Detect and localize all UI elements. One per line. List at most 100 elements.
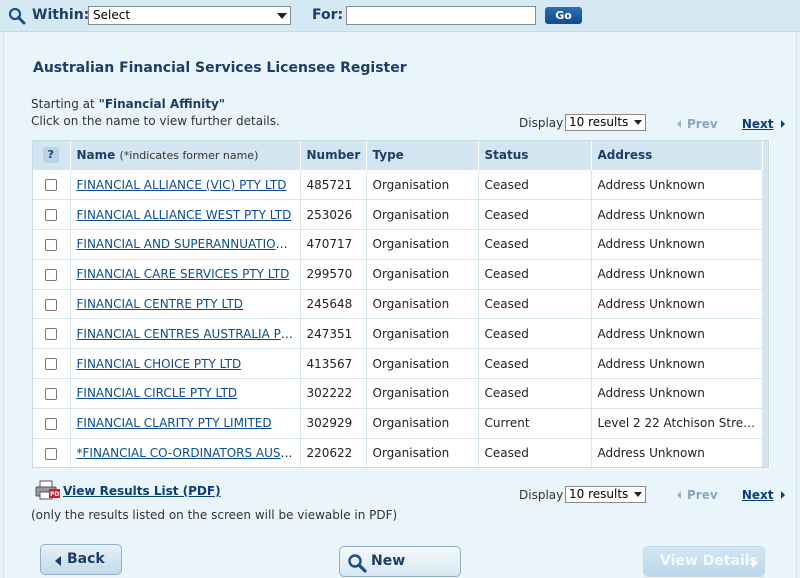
row-checkbox[interactable] (44, 298, 57, 311)
prev-link: Prev (687, 117, 718, 131)
address-cell: Address Unknown (591, 378, 763, 409)
name-cell: FINANCIAL CLARITY PTY LIMITED (70, 408, 301, 439)
row-checkbox-cell (32, 378, 71, 409)
name-cell: FINANCIAL CENTRE PTY LTD (70, 289, 301, 320)
type-header: Type (366, 140, 479, 170)
back-button-label: Back (67, 551, 105, 567)
table-row: FINANCIAL CLARITY PTY LIMITED 302929 Organ… (32, 408, 769, 439)
display-label-top: Display (519, 116, 564, 130)
chevron-right-icon[interactable] (780, 120, 785, 128)
status-cell: Ceased (478, 229, 592, 260)
pager-top: Prev Next (677, 117, 785, 131)
licensee-name-link[interactable]: FINANCIAL CHOICE PTY LTD (77, 357, 242, 371)
row-checkbox[interactable] (44, 268, 57, 281)
scroll-gutter-cell (762, 170, 769, 200)
scroll-gutter-cell (762, 408, 769, 439)
scroll-gutter-cell (762, 199, 769, 230)
scroll-gutter-cell (762, 378, 769, 409)
magnifier-icon (8, 7, 26, 25)
address-cell: Address Unknown (591, 199, 763, 231)
name-header-note: (*indicates former name) (119, 149, 259, 162)
licensee-name-link[interactable]: FINANCIAL CIRCLE PTY LTD (77, 386, 238, 400)
licensee-name-link[interactable]: *FINANCIAL CO-ORDINATORS AUSTR... (77, 446, 300, 460)
display-select-value: 10 results (569, 487, 629, 501)
chevron-right-icon[interactable] (780, 491, 785, 499)
row-checkbox[interactable] (44, 328, 57, 341)
table-row: *FINANCIAL CO-ORDINATORS AUSTR... 220622 O… (32, 438, 769, 469)
row-checkbox-cell (32, 289, 71, 320)
results-table: ? Name (*indicates former name) Number T… (32, 140, 770, 469)
starting-at-prefix: Starting at (31, 97, 99, 111)
go-button[interactable]: Go (545, 7, 582, 24)
row-checkbox-cell (32, 438, 71, 469)
table-row: FINANCIAL CARE SERVICES PTY LTD 299570 Org… (32, 259, 769, 290)
address-cell: Address Unknown (591, 289, 763, 320)
table-row: FINANCIAL CENTRES AUSTRALIA PTY... 247351… (32, 318, 769, 350)
scroll-gutter-cell (762, 289, 769, 319)
display-select-bottom[interactable]: 10 results (565, 486, 646, 503)
starting-at-value: "Financial Affinity" (98, 97, 226, 111)
help-icon[interactable]: ? (42, 147, 59, 163)
licensee-name-link[interactable]: FINANCIAL CENTRES AUSTRALIA PTY... (77, 327, 300, 341)
type-cell: Organisation (366, 408, 479, 439)
row-checkbox[interactable] (44, 209, 57, 222)
row-checkbox[interactable] (44, 387, 57, 400)
table-row: FINANCIAL AND SUPERANNUATION A... 470717 O… (32, 229, 769, 260)
view-details-button[interactable]: View Details (643, 546, 765, 577)
address-cell: Address Unknown (591, 348, 763, 380)
number-cell: 302222 (300, 378, 367, 409)
new-search-label: New Search (371, 553, 406, 569)
printer-pdf-icon[interactable]: PDF (35, 480, 63, 500)
licensee-name-link[interactable]: FINANCIAL CLARITY PTY LIMITED (77, 416, 272, 430)
type-cell: Organisation (366, 318, 479, 350)
address-cell: Address Unknown (591, 438, 763, 469)
name-cell: FINANCIAL CENTRES AUSTRALIA PTY... (70, 318, 301, 350)
next-link[interactable]: Next (742, 117, 774, 131)
licensee-name-link[interactable]: FINANCIAL ALLIANCE WEST PTY LTD (77, 208, 292, 222)
table-row: FINANCIAL CIRCLE PTY LTD 302222 Organisati… (32, 378, 769, 409)
for-input[interactable] (346, 6, 536, 25)
row-checkbox[interactable] (44, 358, 57, 371)
within-select[interactable]: Select (88, 6, 291, 25)
for-label: For: (312, 7, 344, 23)
scroll-gutter-cell (762, 348, 769, 379)
row-checkbox-cell (32, 348, 71, 380)
name-cell: *FINANCIAL CO-ORDINATORS AUSTR... (70, 438, 301, 469)
address-cell: Address Unknown (591, 318, 763, 350)
starting-at-line: Starting at "Financial Affinity" (31, 97, 225, 111)
svg-text:PDF: PDF (50, 491, 61, 498)
name-header-label: Name (76, 148, 116, 162)
name-cell: FINANCIAL CARE SERVICES PTY LTD (70, 259, 301, 290)
view-results-pdf-link[interactable]: View Results List (PDF) (63, 484, 221, 498)
search-bar: Within: Select For: Go (0, 0, 800, 32)
row-checkbox[interactable] (44, 238, 57, 251)
number-cell: 247351 (300, 318, 367, 350)
within-select-value: Select (93, 8, 131, 22)
row-checkbox[interactable] (44, 417, 57, 430)
row-checkbox-cell (32, 170, 71, 201)
row-checkbox[interactable] (44, 179, 57, 192)
name-cell: FINANCIAL ALLIANCE WEST PTY LTD (70, 199, 301, 231)
type-cell: Organisation (366, 289, 479, 320)
name-cell: FINANCIAL AND SUPERANNUATION A... (70, 229, 301, 260)
pager-bottom: Prev Next (677, 488, 785, 502)
address-header: Address (591, 140, 763, 170)
number-cell: 485721 (300, 170, 367, 201)
licensee-name-link[interactable]: FINANCIAL CARE SERVICES PTY LTD (77, 267, 290, 281)
licensee-name-link[interactable]: FINANCIAL ALLIANCE (VIC) PTY LTD (77, 178, 287, 192)
status-cell: Ceased (478, 259, 592, 290)
back-button[interactable]: Back (40, 544, 122, 575)
licensee-name-link[interactable]: FINANCIAL CENTRE PTY LTD (77, 297, 244, 311)
licensee-name-link[interactable]: FINANCIAL AND SUPERANNUATION A... (77, 237, 300, 251)
status-cell: Ceased (478, 348, 592, 380)
instruction-text: Click on the name to view further detail… (31, 114, 280, 128)
row-checkbox[interactable] (44, 447, 57, 460)
name-cell: FINANCIAL CHOICE PTY LTD (70, 348, 301, 380)
type-cell: Organisation (366, 378, 479, 409)
new-search-button[interactable]: New Search (339, 546, 461, 577)
next-link[interactable]: Next (742, 488, 774, 502)
display-select-top[interactable]: 10 results (565, 114, 646, 131)
type-cell: Organisation (366, 259, 479, 290)
number-cell: 220622 (300, 438, 367, 469)
address-cell: Level 2 22 Atchison Street ... (591, 408, 763, 439)
